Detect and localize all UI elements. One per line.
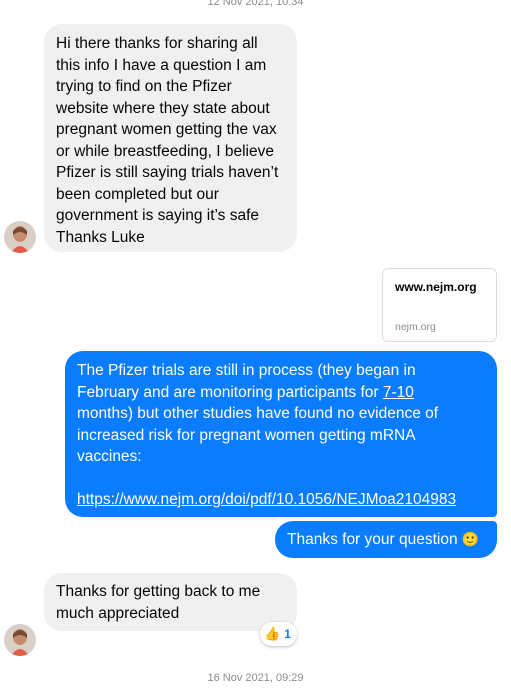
message-line: Pfizer is still saying trials haven’t xyxy=(56,164,279,181)
timestamp-top: 12 Nov 2021, 10:34 xyxy=(207,0,304,8)
thumbs-up-icon: 👍 xyxy=(264,626,281,641)
avatar-photo xyxy=(4,624,36,656)
message-line: The Pfizer trials are still in process (… xyxy=(77,362,416,379)
link-preview-card[interactable]: www.nejm.org nejm.org xyxy=(382,268,497,342)
incoming-message-bubble[interactable]: Thanks for getting back to me much appre… xyxy=(44,573,297,631)
message-line: vaccines: xyxy=(77,448,142,465)
message-line: February and are monitoring participants… xyxy=(77,382,485,404)
sender-avatar[interactable] xyxy=(4,624,36,656)
reaction-count: 1 xyxy=(284,627,291,641)
message-line: increased risk for pregnant women gettin… xyxy=(77,426,416,444)
inline-link[interactable]: 7-10 xyxy=(383,384,414,401)
message-line: been completed but our xyxy=(56,185,219,203)
message-line: Thanks Luke xyxy=(56,228,145,246)
smile-emoji-icon: 🙂 xyxy=(461,531,480,547)
message-line: Hi there thanks for sharing all xyxy=(56,35,258,52)
incoming-message-bubble[interactable]: Hi there thanks for sharing all this inf… xyxy=(44,24,297,252)
link-preview-title: www.nejm.org xyxy=(395,280,477,294)
message-line: or while breastfeeding, I believe xyxy=(56,142,274,160)
avatar-photo xyxy=(4,221,36,253)
message-line: this info I have a question I am xyxy=(56,56,267,74)
message-line: much appreciated xyxy=(56,604,180,622)
outgoing-message-bubble[interactable]: The Pfizer trials are still in process (… xyxy=(65,351,497,517)
timestamp-bottom: 16 Nov 2021, 09:29 xyxy=(207,672,304,684)
message-line: website where they state about xyxy=(56,99,270,117)
outgoing-message-bubble[interactable]: Thanks for your question 🙂 xyxy=(275,521,497,558)
message-text: February and are monitoring participants… xyxy=(77,383,383,401)
reaction-badge[interactable]: 👍 1 xyxy=(260,622,297,646)
message-line: pregnant women getting the vax xyxy=(56,121,277,138)
message-line: Thanks for getting back to me xyxy=(56,583,261,600)
message-line: months) but other studies have found no … xyxy=(77,405,439,422)
message-line: trying to find on the Pfizer xyxy=(56,78,232,95)
sender-avatar[interactable] xyxy=(4,221,36,253)
message-line: government is saying it’s safe xyxy=(56,207,260,224)
message-url-link[interactable]: https://www.nejm.org/doi/pdf/10.1056/NEJ… xyxy=(77,491,456,508)
message-text: Thanks for your question xyxy=(287,531,458,548)
link-preview-domain: nejm.org xyxy=(395,321,436,333)
